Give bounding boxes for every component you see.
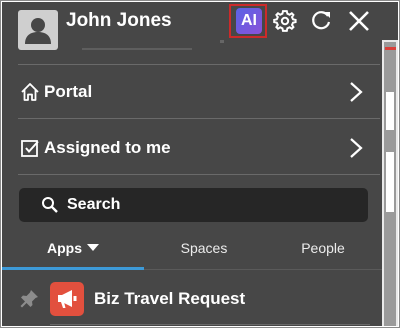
chevron-right-icon xyxy=(346,80,366,104)
user-subtitle-placeholder xyxy=(82,48,192,50)
refresh-icon[interactable] xyxy=(308,8,334,34)
ai-button[interactable]: AI xyxy=(236,8,262,34)
chevron-right-icon xyxy=(346,136,366,160)
background-window-block xyxy=(386,92,394,130)
divider xyxy=(18,174,380,175)
settings-gear-icon[interactable] xyxy=(272,8,298,34)
background-window-edge xyxy=(382,2,398,326)
avatar[interactable] xyxy=(18,10,58,50)
tab-apps[interactable]: Apps xyxy=(2,238,144,270)
background-window-top xyxy=(382,2,398,40)
nav-assigned-to-me[interactable]: Assigned to me xyxy=(2,122,382,174)
app-name: Biz Travel Request xyxy=(94,289,246,308)
search-button[interactable]: Search xyxy=(19,188,368,222)
background-window-block xyxy=(386,152,394,212)
user-avatar-icon xyxy=(25,18,51,44)
pin-icon[interactable] xyxy=(18,288,40,310)
search-label: Search xyxy=(67,196,121,213)
decoration-dot xyxy=(220,40,224,43)
nav-portal-label: Portal xyxy=(44,82,93,101)
side-panel: John Jones AI Portal Assigned to me Sear… xyxy=(2,2,382,326)
active-tab-indicator xyxy=(2,267,144,270)
close-icon[interactable] xyxy=(346,8,372,34)
tab-spaces[interactable]: Spaces xyxy=(144,238,264,270)
megaphone-icon xyxy=(50,282,84,316)
tab-people[interactable]: People xyxy=(264,238,382,270)
checkbox-icon xyxy=(20,138,40,158)
caret-down-icon xyxy=(87,244,99,251)
nav-portal[interactable]: Portal xyxy=(2,66,382,118)
divider xyxy=(18,118,380,119)
nav-assigned-label: Assigned to me xyxy=(44,138,171,157)
divider xyxy=(50,324,370,325)
search-icon xyxy=(41,196,59,214)
list-item-app[interactable]: Biz Travel Request xyxy=(2,278,382,325)
divider xyxy=(18,64,380,65)
background-window-content xyxy=(384,42,396,326)
user-name: John Jones xyxy=(66,10,172,31)
background-window-accent xyxy=(385,47,396,50)
tab-apps-label: Apps xyxy=(47,240,82,256)
home-icon xyxy=(20,82,40,102)
